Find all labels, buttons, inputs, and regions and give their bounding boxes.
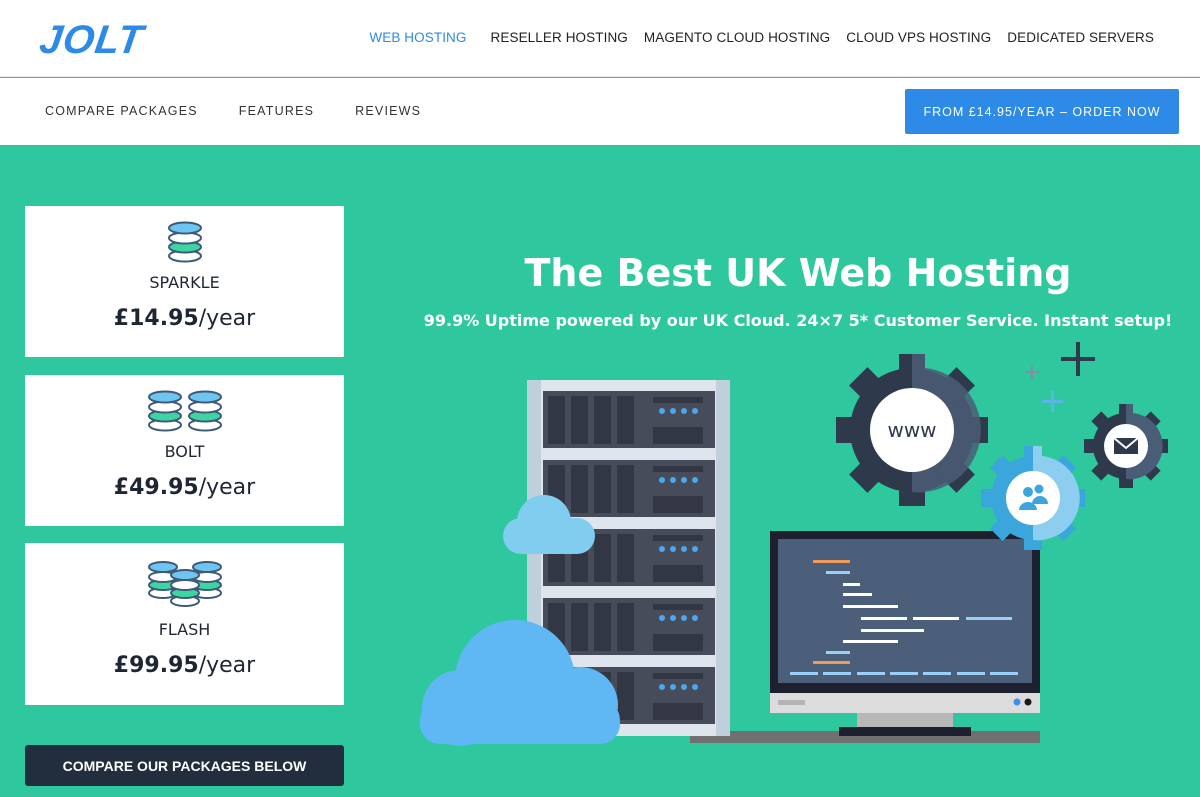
monitor-icon xyxy=(770,531,1040,736)
mail-gear-icon xyxy=(1084,404,1168,488)
plus-decoration-blue xyxy=(1042,391,1063,412)
hosting-illustration: www xyxy=(420,342,1168,746)
envelope-icon xyxy=(1113,437,1139,454)
plus-decoration-small xyxy=(1025,365,1040,380)
users-gear-icon xyxy=(981,446,1085,550)
gear-www-label: www xyxy=(887,418,936,442)
www-gear-icon: www xyxy=(836,354,988,506)
plus-decoration-large xyxy=(1061,342,1095,376)
